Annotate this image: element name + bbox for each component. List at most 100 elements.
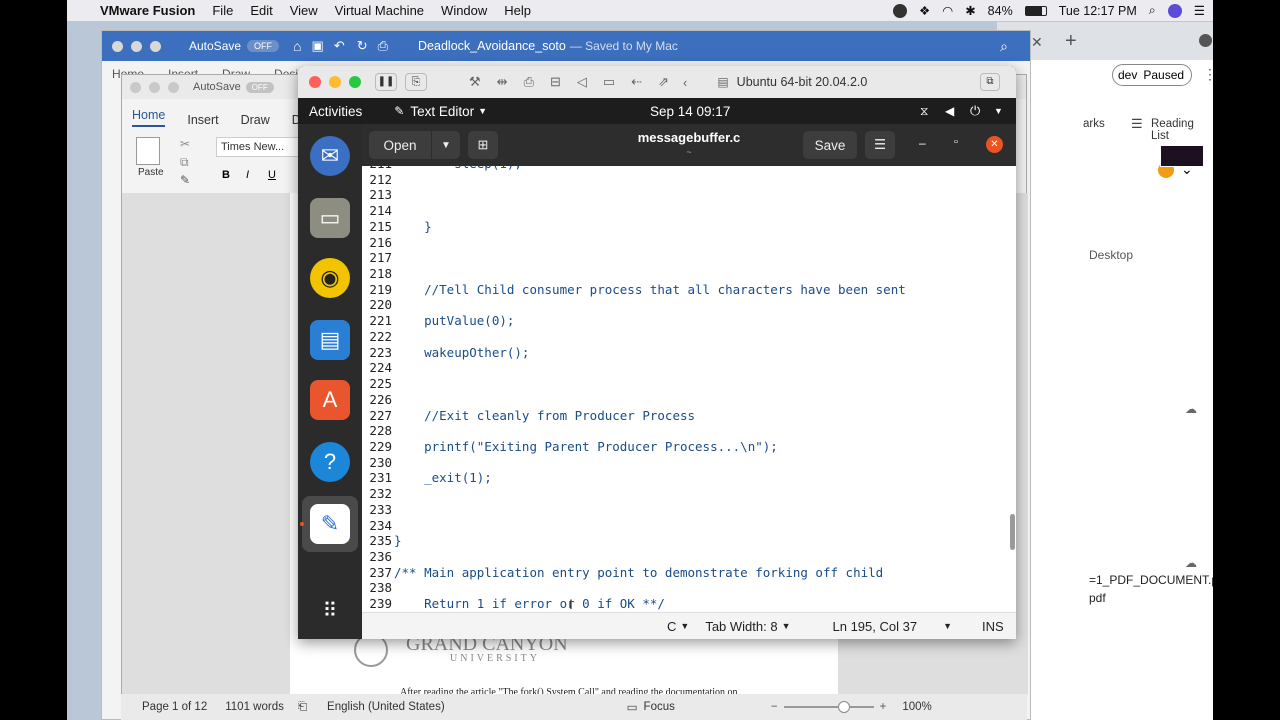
code-line[interactable]: 213 — [362, 187, 394, 203]
control-center-icon[interactable]: ☰ — [1194, 3, 1205, 18]
underline-button[interactable]: U — [268, 169, 276, 181]
cut-icon[interactable]: ✂ — [180, 137, 190, 151]
tab-width-selector[interactable]: Tab Width: 8 — [705, 619, 777, 634]
menu-window[interactable]: Window — [441, 3, 487, 18]
language-selector[interactable]: C — [667, 619, 676, 634]
text-editor-dock-icon[interactable]: ✎ — [310, 504, 350, 544]
menu-view[interactable]: View — [290, 3, 318, 18]
screenshot-thumbnail[interactable] — [1160, 145, 1204, 167]
code-line[interactable]: 237/** Main application entry point to d… — [362, 565, 883, 581]
thunderbird-icon[interactable]: ✉ — [310, 136, 350, 176]
hamburger-menu-icon[interactable]: ☰ — [865, 131, 895, 159]
editor-scrollbar[interactable] — [1010, 514, 1015, 550]
clock[interactable]: Tue 12:17 PM — [1059, 4, 1137, 18]
volume-icon[interactable]: ◀ — [945, 104, 954, 118]
code-line[interactable]: 219 //Tell Child consumer process that a… — [362, 282, 905, 298]
share-icon[interactable]: ⇗ — [658, 74, 669, 90]
close-window-icon[interactable]: ✕ — [986, 136, 1003, 153]
code-line[interactable]: 223 wakeupOther(); — [362, 345, 529, 361]
home-icon[interactable]: ⌂ — [293, 38, 301, 54]
bookmarks-partial[interactable]: arks — [1083, 118, 1105, 130]
code-line[interactable]: 220 — [362, 297, 394, 313]
cursor-position[interactable]: Ln 195, Col 37 — [833, 619, 918, 634]
page-count[interactable]: Page 1 of 12 — [142, 701, 207, 713]
language[interactable]: English (United States) — [327, 701, 445, 713]
menu-help[interactable]: Help — [504, 3, 531, 18]
tab-home[interactable]: Home — [132, 108, 166, 127]
autosave-toggle[interactable]: OFF — [247, 40, 280, 52]
focus-icon[interactable]: ▭ — [627, 700, 638, 714]
disk-icon[interactable]: ⊟ — [550, 74, 561, 90]
tab-close-icon[interactable]: ✕ — [1031, 34, 1043, 51]
minimize-icon[interactable] — [131, 40, 142, 52]
battery-text[interactable]: 84% — [988, 4, 1013, 18]
maximize-window-icon[interactable]: ▫ — [954, 136, 958, 148]
chevron-down-icon[interactable]: ▼ — [680, 621, 689, 631]
minimize-window-icon[interactable]: – — [919, 136, 926, 150]
battery-icon[interactable] — [1024, 5, 1047, 16]
minimize-icon[interactable] — [329, 76, 341, 88]
redo-icon[interactable]: ↻ — [357, 38, 368, 54]
close-icon[interactable] — [309, 76, 321, 88]
code-line[interactable]: 222 — [362, 329, 394, 345]
file-pdf-2[interactable]: pdf — [1089, 591, 1106, 605]
code-line[interactable]: 238 — [362, 580, 394, 596]
zoom-slider-thumb[interactable] — [837, 701, 850, 713]
pause-vm-icon[interactable]: ❚❚ — [375, 73, 397, 91]
chevron-down-icon[interactable]: ▼ — [943, 621, 952, 631]
chevron-down-icon[interactable]: ▼ — [782, 621, 791, 631]
code-line[interactable]: 227 //Exit cleanly from Producer Process — [362, 408, 695, 424]
rhythmbox-icon[interactable]: ◉ — [310, 258, 350, 298]
record-icon[interactable] — [893, 3, 908, 18]
code-line[interactable]: 236 — [362, 549, 394, 565]
camera-icon[interactable]: ▭ — [603, 74, 615, 90]
autosave-toggle[interactable]: OFF — [245, 81, 274, 93]
proofing-icon[interactable]: ⎗ — [298, 701, 307, 714]
code-line[interactable]: 215 } — [362, 219, 431, 235]
word-count[interactable]: 1101 words — [225, 701, 284, 713]
libreoffice-writer-icon[interactable]: ▤ — [310, 320, 350, 360]
code-line[interactable]: 235} — [362, 533, 401, 549]
app-menu[interactable]: Text Editor — [410, 104, 474, 119]
gnome-clock[interactable]: Sep 14 09:17 — [650, 104, 730, 119]
code-line[interactable]: 218 — [362, 266, 394, 282]
zoom-in-icon[interactable]: + — [880, 701, 887, 713]
profile-paused-chip[interactable]: dev Paused — [1112, 64, 1192, 86]
code-line[interactable]: 221 putValue(0); — [362, 313, 514, 329]
code-view[interactable]: 211 sleep(1);212213214215 }216217218219 … — [362, 166, 1016, 612]
cloud-download-icon-2[interactable]: ☁ — [1185, 556, 1197, 570]
sound-icon[interactable]: ◁ — [577, 74, 587, 90]
code-line[interactable]: 239 Return 1 if error or 0 if OK **/ — [362, 596, 665, 612]
network-icon[interactable]: ⇹ — [497, 74, 508, 90]
zoom-out-icon[interactable]: − — [771, 701, 778, 713]
reading-list-icon[interactable]: ☰ — [1131, 116, 1143, 132]
snapshot-icon[interactable]: ⎘ — [405, 73, 427, 91]
close-icon[interactable] — [112, 40, 123, 52]
paste-button[interactable]: Paste — [138, 167, 164, 178]
printer-icon[interactable]: ⎙ — [524, 74, 534, 90]
code-line[interactable]: 212 — [362, 172, 394, 188]
menu-app-name[interactable]: VMware Fusion — [100, 3, 195, 18]
new-tab-icon[interactable]: + — [1065, 30, 1077, 53]
zoom-icon[interactable] — [168, 81, 179, 93]
software-center-icon[interactable]: A — [310, 380, 350, 420]
bold-button[interactable]: B — [222, 169, 230, 181]
copy-icon[interactable]: ⧉ — [180, 155, 189, 170]
kebab-menu-icon[interactable]: ⋮ — [1203, 66, 1213, 83]
zoom-icon[interactable] — [150, 40, 161, 52]
search-icon-word[interactable]: ⌕ — [1000, 38, 1008, 55]
save-icon[interactable]: ▣ — [312, 38, 324, 54]
help-icon[interactable]: ? — [310, 442, 350, 482]
zoom-slider[interactable] — [783, 701, 874, 713]
code-line[interactable]: 228 — [362, 423, 394, 439]
settings-wrench-icon[interactable]: ⚒ — [469, 74, 481, 90]
chevron-left-icon[interactable]: ‹ — [683, 75, 687, 90]
code-line[interactable]: 234 — [362, 518, 394, 534]
siri-icon[interactable] — [1167, 3, 1182, 18]
code-line[interactable]: 233 — [362, 502, 394, 518]
tab-menu-icon[interactable] — [1199, 34, 1212, 47]
cloud-download-icon[interactable]: ☁ — [1185, 402, 1197, 416]
menu-file[interactable]: File — [212, 3, 233, 18]
insert-mode[interactable]: INS — [982, 619, 1004, 634]
minimize-icon[interactable] — [149, 81, 160, 93]
